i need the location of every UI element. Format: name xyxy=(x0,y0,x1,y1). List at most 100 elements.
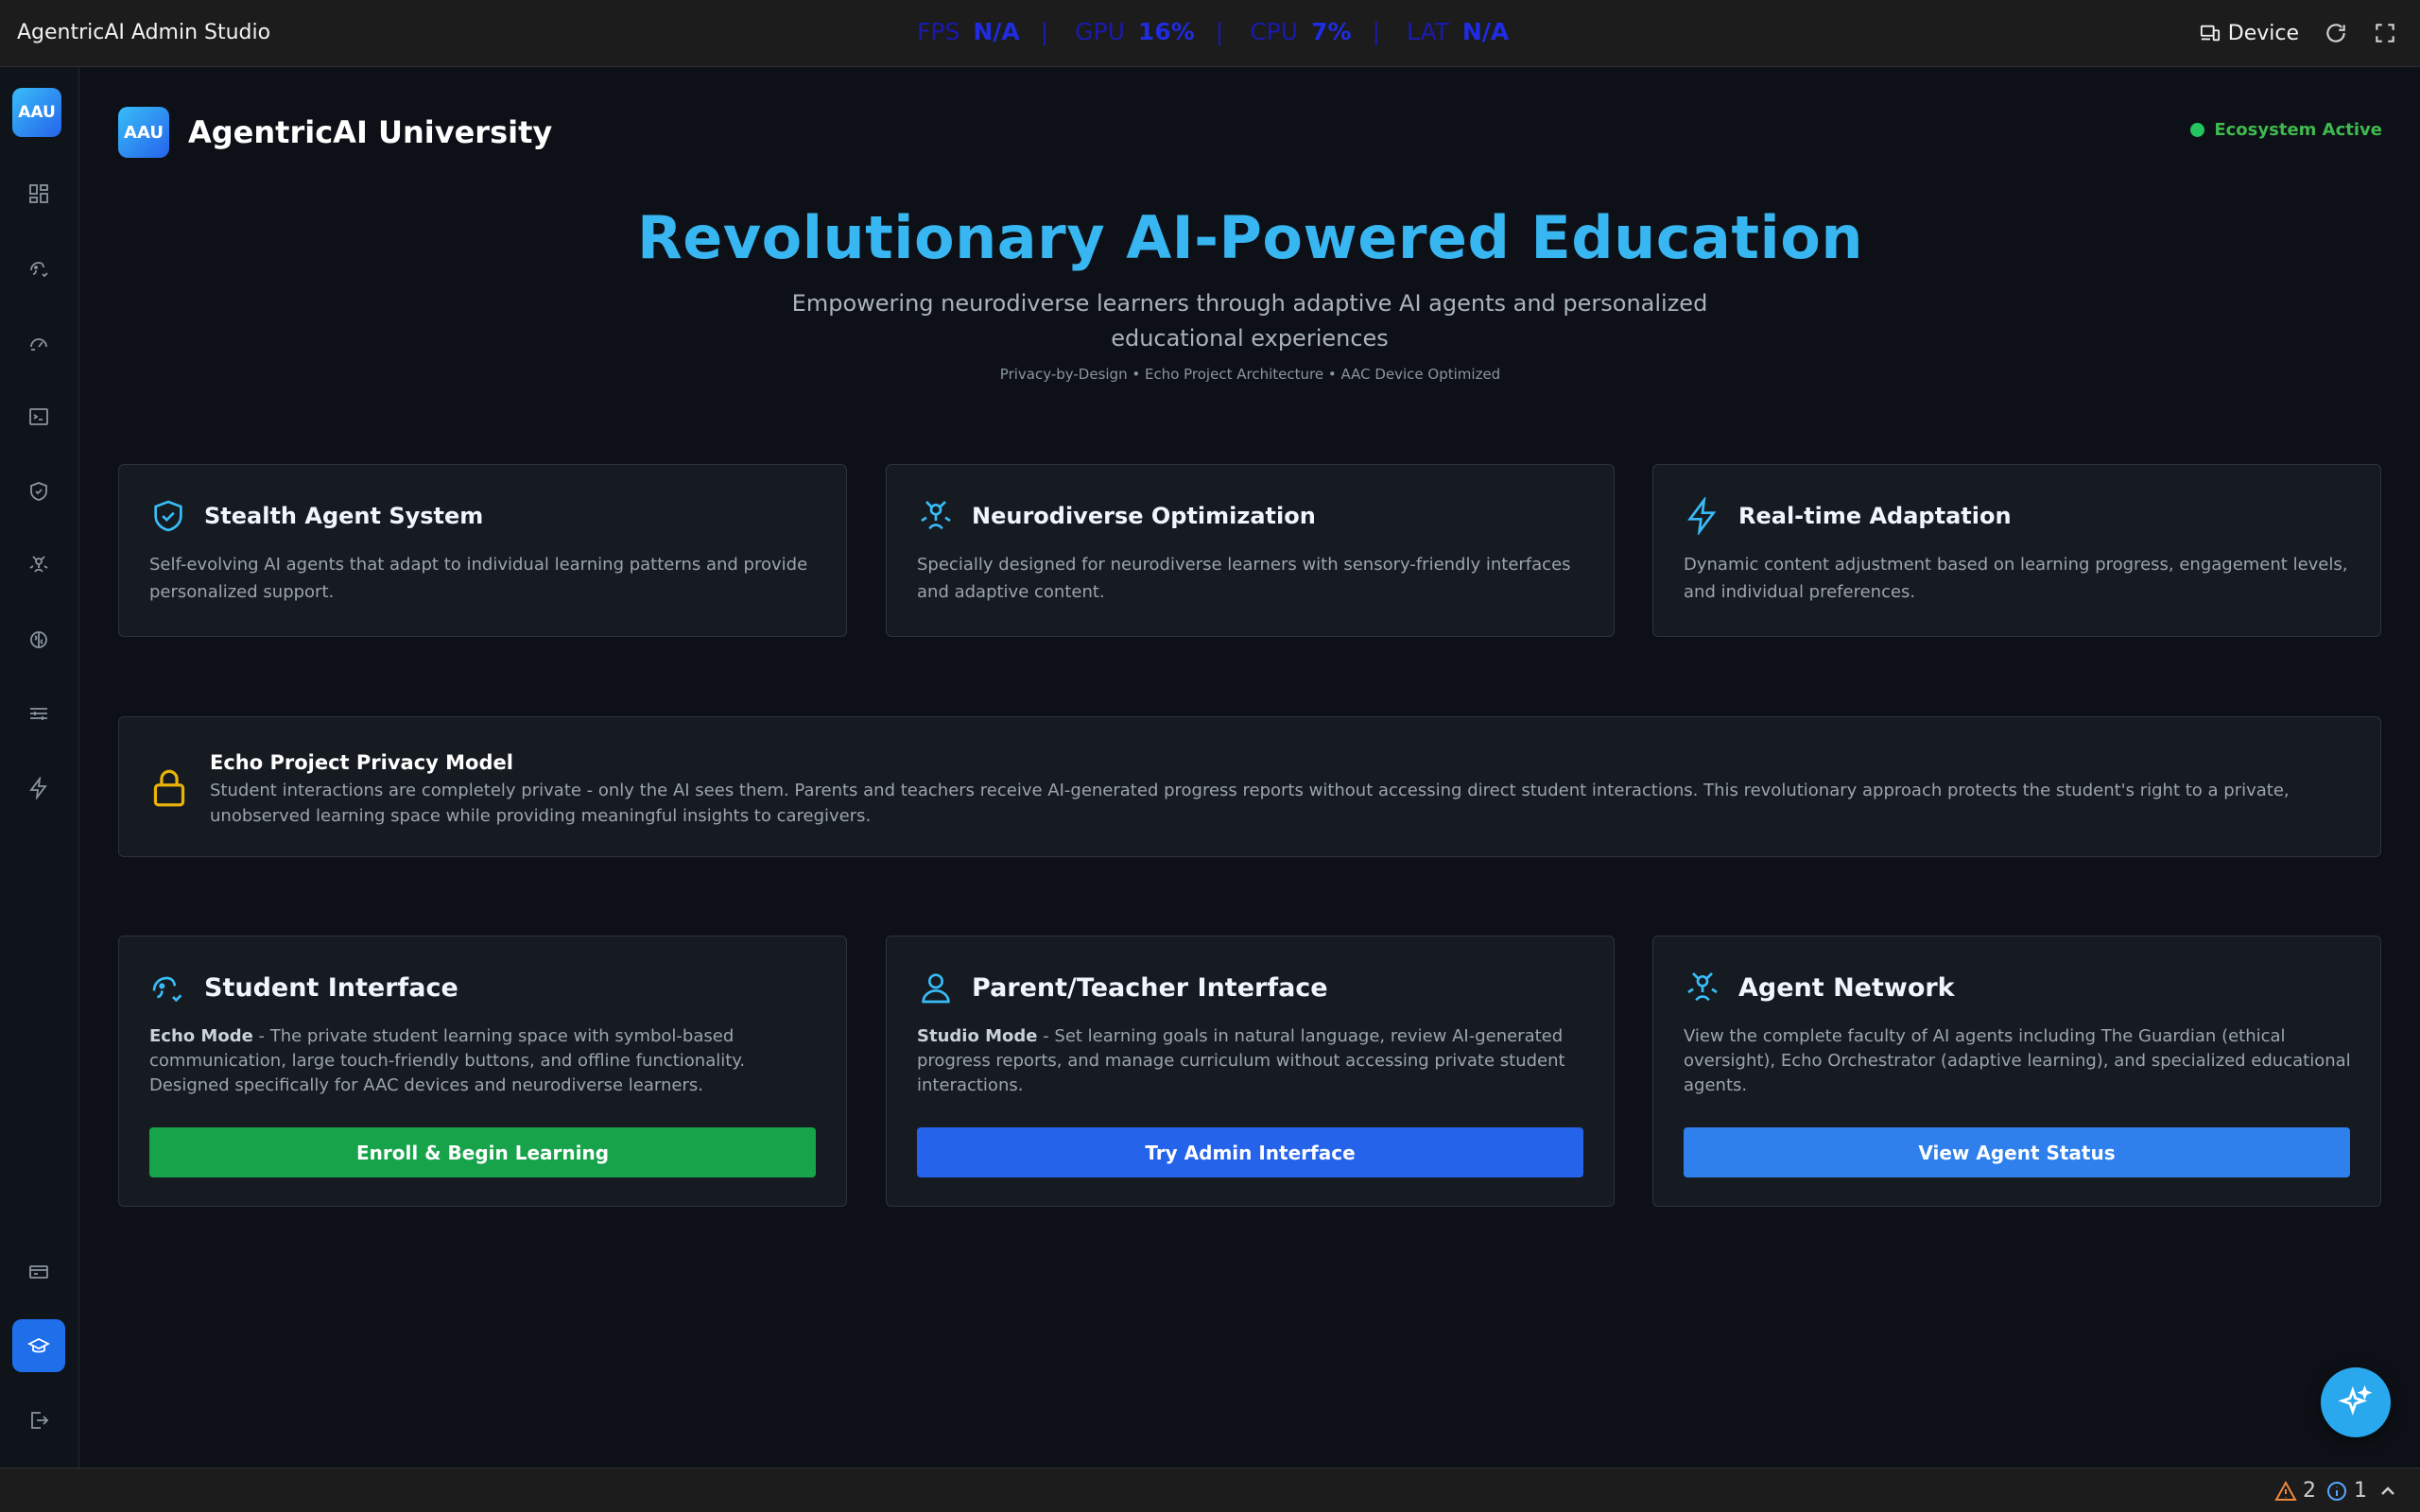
sidebar-item-logout[interactable] xyxy=(12,1394,65,1447)
view-agent-status-button[interactable]: View Agent Status xyxy=(1684,1127,2350,1177)
fullscreen-icon xyxy=(2376,24,2394,43)
chevron-up-icon xyxy=(2381,1486,2394,1495)
sidebar-item-dashboard[interactable] xyxy=(12,167,65,220)
card-description: Dynamic content adjustment based on lear… xyxy=(1684,555,2348,602)
expand-panel-button[interactable] xyxy=(2377,1480,2399,1503)
card-header: Agent Network xyxy=(1684,969,1955,1006)
privacy-title: Echo Project Privacy Model xyxy=(210,751,513,774)
metric-label: FPS xyxy=(917,17,960,45)
logout-icon xyxy=(31,1412,49,1429)
warning-icon xyxy=(2274,1480,2297,1501)
mode-label: Echo Mode xyxy=(149,1026,253,1046)
sidebar-item-performance[interactable] xyxy=(12,317,65,369)
shield-icon xyxy=(30,482,47,501)
status-items: 2 1 xyxy=(2274,1469,2399,1512)
metric-separator: | xyxy=(1372,17,1380,45)
feature-card-realtime: Real-time Adaptation Dynamic content adj… xyxy=(1652,464,2381,637)
sparkles-icon xyxy=(2338,1384,2373,1416)
ecosystem-status-label: Ecosystem Active xyxy=(2214,120,2382,140)
metric-label: GPU xyxy=(1075,17,1125,45)
card-description: Echo Mode - The private student learning… xyxy=(149,1024,820,1098)
sidebar-item-university[interactable] xyxy=(12,1319,65,1372)
card-header: Neurodiverse Optimization xyxy=(917,497,1316,535)
card-title: Parent/Teacher Interface xyxy=(972,972,1328,1003)
metric-value: 7% xyxy=(1311,17,1352,45)
performance-metrics: FPS N/A | GPU 16% | CPU 7% | LAT N/A xyxy=(917,0,1509,62)
enroll-button[interactable]: Enroll & Begin Learning xyxy=(149,1127,816,1177)
agent-icon xyxy=(30,262,48,278)
info-indicator[interactable]: 1 xyxy=(2325,1479,2367,1503)
status-dot-icon xyxy=(2190,123,2205,137)
hero-subtitle: Empowering neurodiverse learners through… xyxy=(791,290,1708,352)
metric-separator: | xyxy=(1040,17,1049,45)
feature-card-stealth: Stealth Agent System Self-evolving AI ag… xyxy=(118,464,847,637)
metric-cpu: CPU 7% | xyxy=(1250,18,1407,45)
sidebar-item-automation[interactable] xyxy=(12,762,65,815)
top-bar: AgentricAI Admin Studio FPS N/A | GPU 16… xyxy=(0,0,2420,67)
dashboard-icon xyxy=(29,184,48,203)
metric-label: LAT xyxy=(1406,17,1449,45)
metric-lat: LAT N/A xyxy=(1407,18,1509,45)
info-count: 1 xyxy=(2354,1479,2367,1503)
interface-card-student: Student Interface Echo Mode - The privat… xyxy=(118,936,847,1207)
metric-fps: FPS N/A | xyxy=(917,18,1075,45)
try-admin-button[interactable]: Try Admin Interface xyxy=(917,1127,1583,1177)
mode-label: Studio Mode xyxy=(917,1026,1038,1046)
card-title: Real-time Adaptation xyxy=(1738,503,2012,529)
card-description: Self-evolving AI agents that adapt to in… xyxy=(149,555,808,602)
lock-icon xyxy=(153,769,185,807)
card-header: Student Interface xyxy=(149,969,458,1006)
card-icon xyxy=(29,1265,48,1279)
sidebar-item-layers[interactable] xyxy=(12,687,65,740)
main-content: AAU AgentricAI University Ecosystem Acti… xyxy=(80,67,2420,1468)
privacy-model-card: Echo Project Privacy Model Student inter… xyxy=(118,716,2381,857)
refresh-button[interactable] xyxy=(2324,21,2348,45)
card-description: Specially designed for neurodiverse lear… xyxy=(917,555,1571,602)
sidebar-item-neural[interactable] xyxy=(12,539,65,592)
card-description: Studio Mode - Set learning goals in natu… xyxy=(917,1024,1587,1098)
sidebar-logo[interactable]: AAU xyxy=(12,88,61,137)
neural-icon xyxy=(1687,972,1718,1002)
sidebar-item-terminal[interactable] xyxy=(12,390,65,443)
metric-gpu: GPU 16% | xyxy=(1075,18,1250,45)
graduation-cap-icon xyxy=(27,1337,50,1353)
card-header: Parent/Teacher Interface xyxy=(917,969,1328,1006)
metric-value: 16% xyxy=(1137,17,1195,45)
sidebar-item-security[interactable] xyxy=(12,465,65,518)
card-title: Stealth Agent System xyxy=(204,503,484,529)
warnings-indicator[interactable]: 2 xyxy=(2274,1479,2316,1503)
metric-separator: | xyxy=(1215,17,1224,45)
hero-title: Revolutionary AI-Powered Education xyxy=(636,203,1864,272)
metric-value: N/A xyxy=(1461,17,1510,45)
fullscreen-button[interactable] xyxy=(2373,21,2397,45)
ai-assistant-button[interactable] xyxy=(2321,1367,2391,1437)
bolt-icon xyxy=(1687,497,1717,535)
device-label: Device xyxy=(2227,21,2299,45)
status-bar: 2 1 xyxy=(0,1468,2420,1512)
neural-icon xyxy=(921,501,951,530)
sidebar-item-billing[interactable] xyxy=(12,1246,65,1298)
bolt-icon xyxy=(29,777,47,799)
card-title: Student Interface xyxy=(204,972,458,1003)
refresh-icon xyxy=(2326,24,2345,43)
feature-card-neurodiverse: Neurodiverse Optimization Specially desi… xyxy=(886,464,1615,637)
card-description: View the complete faculty of AI agents i… xyxy=(1684,1024,2354,1098)
mode-description: View the complete faculty of AI agents i… xyxy=(1684,1026,2351,1095)
app-title: AgentricAI Admin Studio xyxy=(17,21,271,44)
sidebar-item-agents[interactable] xyxy=(12,242,65,295)
info-icon xyxy=(2327,1481,2346,1501)
agent-icon xyxy=(152,976,182,1003)
metric-label: CPU xyxy=(1250,17,1299,45)
layers-icon xyxy=(30,708,47,720)
metric-value: N/A xyxy=(973,17,1020,45)
card-header: Real-time Adaptation xyxy=(1684,497,2012,535)
privacy-description: Student interactions are completely priv… xyxy=(210,781,2290,826)
brain-icon xyxy=(30,631,47,648)
interface-card-parent-teacher: Parent/Teacher Interface Studio Mode - S… xyxy=(886,936,1615,1207)
device-button[interactable]: Device xyxy=(2200,22,2299,45)
ecosystem-status: Ecosystem Active xyxy=(2190,120,2382,140)
interface-card-agent-network: Agent Network View the complete faculty … xyxy=(1652,936,2381,1207)
card-title: Agent Network xyxy=(1738,972,1955,1003)
sidebar-item-brain[interactable] xyxy=(12,613,65,666)
brand-logo: AAU xyxy=(118,107,169,158)
